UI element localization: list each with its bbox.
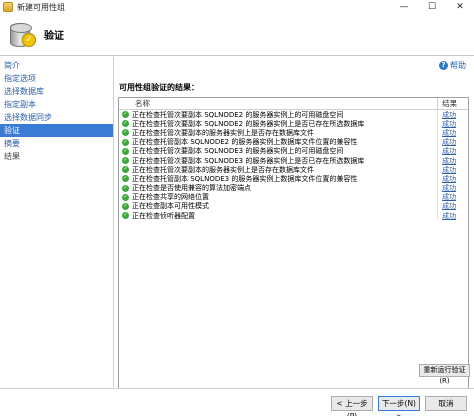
- success-check-icon: ✓: [122, 120, 129, 128]
- window-title: 新建可用性组: [17, 2, 65, 12]
- next-button[interactable]: 下一步(N) >: [378, 396, 420, 416]
- help-icon: ?: [439, 61, 448, 70]
- app-icon: [3, 2, 13, 12]
- close-button[interactable]: ✕: [446, 0, 474, 14]
- sidebar-item-results: 结果: [4, 152, 20, 161]
- section-title: 可用性组验证的结果：: [119, 83, 199, 92]
- sidebar-item-data-sync[interactable]: 选择数据同步: [0, 111, 113, 124]
- rerun-validation-button[interactable]: 重新运行验证(R): [419, 364, 470, 385]
- sidebar-item-summary[interactable]: 摘要: [0, 137, 113, 150]
- success-check-icon: ✓: [122, 129, 129, 137]
- maximize-button[interactable]: ☐: [418, 0, 446, 14]
- table-row[interactable]: ✓ 正在检查侦听器配置 成功: [119, 211, 468, 221]
- success-check-icon: ✓: [122, 184, 129, 192]
- help-link[interactable]: ? 帮助: [439, 60, 466, 71]
- success-check-icon: ✓: [122, 147, 129, 155]
- success-check-icon: ✓: [122, 111, 129, 119]
- success-check-icon: ✓: [122, 202, 129, 210]
- validation-results-grid: 名称 结果 ✓ 正在检查托管次要副本 SQLNODE2 的服务器实例上的可用磁盘空…: [118, 97, 469, 413]
- page-header: ✓ 验证: [0, 14, 474, 56]
- row-name-cell: ✓ 正在检查侦听器配置: [119, 211, 439, 221]
- success-check-icon: ✓: [122, 193, 129, 201]
- sidebar-item-options[interactable]: 指定选项: [0, 72, 113, 85]
- success-check-icon: ✓: [122, 166, 129, 174]
- main-panel: ? 帮助 可用性组验证的结果： 名称 结果 ✓ 正在检查托管次要副本 SQLNOD…: [115, 57, 474, 413]
- sidebar-item-databases[interactable]: 选择数据库: [0, 85, 113, 98]
- success-check-icon: ✓: [122, 157, 129, 165]
- row-name: 正在检查侦听器配置: [132, 211, 195, 220]
- window-controls: — ☐ ✕: [390, 0, 474, 14]
- column-header-result[interactable]: 结果: [438, 98, 468, 109]
- title-bar: 新建可用性组 — ☐ ✕: [0, 0, 474, 14]
- help-label: 帮助: [450, 61, 466, 70]
- sidebar-item-intro[interactable]: 简介: [0, 59, 113, 72]
- database-check-icon: ✓: [8, 19, 38, 51]
- grid-header: 名称 结果: [119, 98, 468, 110]
- success-check-icon: ✓: [122, 175, 129, 183]
- success-check-icon: ✓: [122, 212, 129, 220]
- sidebar-item-replicas[interactable]: 指定副本: [0, 98, 113, 111]
- success-check-icon: ✓: [122, 138, 129, 146]
- footer: < 上一步(P) 下一步(N) > 取消: [0, 388, 474, 416]
- previous-button[interactable]: < 上一步(P): [331, 396, 373, 416]
- cancel-button[interactable]: 取消: [425, 396, 467, 411]
- page-title: 验证: [44, 31, 64, 42]
- sidebar: 简介 指定选项 选择数据库 指定副本 选择数据同步 验证 摘要 结果: [0, 57, 114, 387]
- minimize-button[interactable]: —: [390, 0, 418, 14]
- column-header-name[interactable]: 名称: [119, 98, 439, 109]
- sidebar-item-validation[interactable]: 验证: [0, 124, 113, 137]
- row-result-link[interactable]: 成功: [438, 211, 468, 221]
